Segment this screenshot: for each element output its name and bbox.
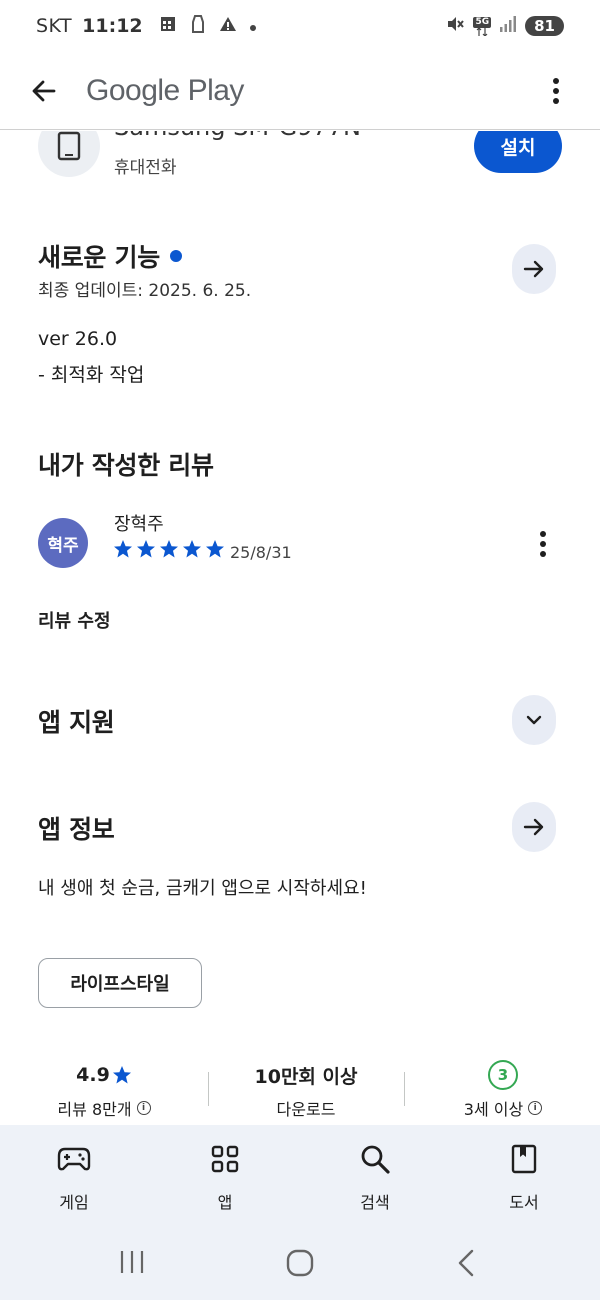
star-rating bbox=[113, 539, 225, 559]
nav-games[interactable]: 게임 bbox=[24, 1143, 124, 1213]
nav-books[interactable]: 도서 bbox=[474, 1143, 574, 1213]
network-5g-icon: 5G bbox=[473, 16, 492, 36]
star-icon bbox=[206, 540, 224, 558]
age-rating-label: 3세 이상 bbox=[463, 1100, 524, 1119]
star-icon bbox=[112, 1066, 131, 1084]
gamepad-icon bbox=[57, 1147, 91, 1171]
recents-icon bbox=[120, 1251, 144, 1273]
device-type: 휴대전화 bbox=[114, 158, 177, 178]
overflow-menu-button[interactable] bbox=[538, 71, 574, 111]
chevron-down-icon bbox=[526, 715, 542, 725]
app-info-arrow-button[interactable] bbox=[512, 802, 556, 852]
device-install-row: Samsung SM-G977N 휴대전화 설치 bbox=[0, 131, 600, 191]
reviewer-name: 장혁주 bbox=[114, 514, 164, 535]
review-options-button[interactable] bbox=[528, 528, 558, 560]
edit-review-link[interactable]: 리뷰 수정 bbox=[38, 607, 111, 633]
network-type: 5G bbox=[473, 16, 492, 28]
review-date: 25/8/31 bbox=[230, 543, 292, 562]
app-stats-row: 4.9 리뷰 8만개 i 10만회 이상 다운로드 3 3세 이상 i bbox=[0, 1060, 600, 1120]
install-button[interactable]: 설치 bbox=[474, 131, 562, 173]
app-bar: Google Play bbox=[0, 52, 600, 130]
stat-divider bbox=[404, 1072, 405, 1106]
google-play-logo-text: Google Play bbox=[86, 73, 244, 107]
rating-stat[interactable]: 4.9 리뷰 8만개 i bbox=[14, 1060, 194, 1120]
star-icon bbox=[114, 540, 132, 558]
app-notification-icon bbox=[189, 14, 207, 39]
category-chip[interactable]: 라이프스타일 bbox=[38, 958, 202, 1008]
home-button[interactable] bbox=[286, 1249, 314, 1277]
star-icon bbox=[183, 540, 201, 558]
whats-new-title: 새로운 기능 bbox=[38, 243, 160, 272]
nav-search[interactable]: 검색 bbox=[325, 1143, 425, 1213]
downloads-value: 10만회 이상 bbox=[254, 1065, 358, 1088]
nav-label: 검색 bbox=[360, 1193, 390, 1212]
nav-label: 앱 bbox=[217, 1193, 233, 1212]
phone-icon bbox=[57, 131, 81, 161]
nav-label: 도서 bbox=[509, 1193, 539, 1212]
star-icon bbox=[137, 540, 155, 558]
book-icon bbox=[511, 1144, 537, 1174]
age-rating-stat[interactable]: 3 3세 이상 i bbox=[413, 1060, 593, 1120]
arrow-left-icon bbox=[32, 80, 56, 101]
apps-grid-icon bbox=[211, 1145, 239, 1173]
app-info-heading: 앱 정보 bbox=[38, 815, 115, 844]
home-icon bbox=[286, 1249, 314, 1277]
clock: 11:12 bbox=[82, 15, 143, 37]
new-indicator-dot bbox=[169, 250, 182, 262]
status-bar: SKT 11:12 5G 81 bbox=[0, 0, 600, 52]
avatar: 혁주 bbox=[38, 518, 88, 568]
carrier-label: SKT bbox=[36, 15, 73, 37]
info-icon: i bbox=[136, 1101, 151, 1115]
age-rating-badge: 3 bbox=[488, 1060, 518, 1090]
downloads-label: 다운로드 bbox=[276, 1100, 336, 1119]
recent-apps-button[interactable] bbox=[118, 1249, 146, 1275]
downloads-stat: 10만회 이상 다운로드 bbox=[216, 1060, 396, 1120]
stat-divider bbox=[208, 1072, 209, 1106]
more-vert-icon bbox=[540, 531, 546, 557]
battery-indicator: 81 bbox=[525, 16, 564, 36]
star-icon bbox=[160, 540, 178, 558]
signal-icon bbox=[499, 15, 517, 38]
arrow-right-icon bbox=[523, 818, 544, 836]
my-review-heading: 내가 작성한 리뷰 bbox=[38, 451, 214, 480]
whats-new-arrow-button[interactable] bbox=[512, 244, 556, 294]
version-text: ver 26.0 bbox=[38, 328, 118, 350]
bottom-navigation: 게임 앱 검색 도서 bbox=[0, 1125, 600, 1225]
warning-icon bbox=[219, 15, 237, 37]
app-support-heading[interactable]: 앱 지원 bbox=[38, 703, 115, 739]
back-button[interactable] bbox=[24, 71, 64, 111]
nav-apps[interactable]: 앱 bbox=[175, 1143, 275, 1213]
whats-new-heading: 새로운 기능 bbox=[38, 238, 182, 274]
system-back-button[interactable] bbox=[456, 1249, 476, 1277]
arrow-right-icon bbox=[523, 260, 544, 278]
search-icon bbox=[361, 1145, 390, 1174]
device-icon-container bbox=[38, 131, 100, 177]
last-updated-text: 최종 업데이트: 2025. 6. 25. bbox=[38, 281, 252, 301]
mute-icon bbox=[445, 14, 465, 39]
app-description: 내 생애 첫 순금, 금캐기 앱으로 시작하세요! bbox=[38, 878, 367, 899]
calendar-notification-icon bbox=[159, 15, 177, 38]
more-notifications-dot bbox=[249, 15, 257, 37]
nav-label: 게임 bbox=[59, 1193, 89, 1212]
app-support-expand-button[interactable] bbox=[512, 695, 556, 745]
system-navigation-bar bbox=[0, 1225, 600, 1300]
rating-count-label: 리뷰 8만개 bbox=[57, 1100, 132, 1119]
info-icon: i bbox=[528, 1101, 543, 1115]
release-note-text: - 최적화 작업 bbox=[38, 364, 145, 386]
rating-value: 4.9 bbox=[76, 1064, 110, 1086]
chevron-left-icon bbox=[458, 1249, 474, 1277]
device-name: Samsung SM-G977N bbox=[114, 131, 361, 141]
more-vert-icon bbox=[553, 77, 559, 104]
